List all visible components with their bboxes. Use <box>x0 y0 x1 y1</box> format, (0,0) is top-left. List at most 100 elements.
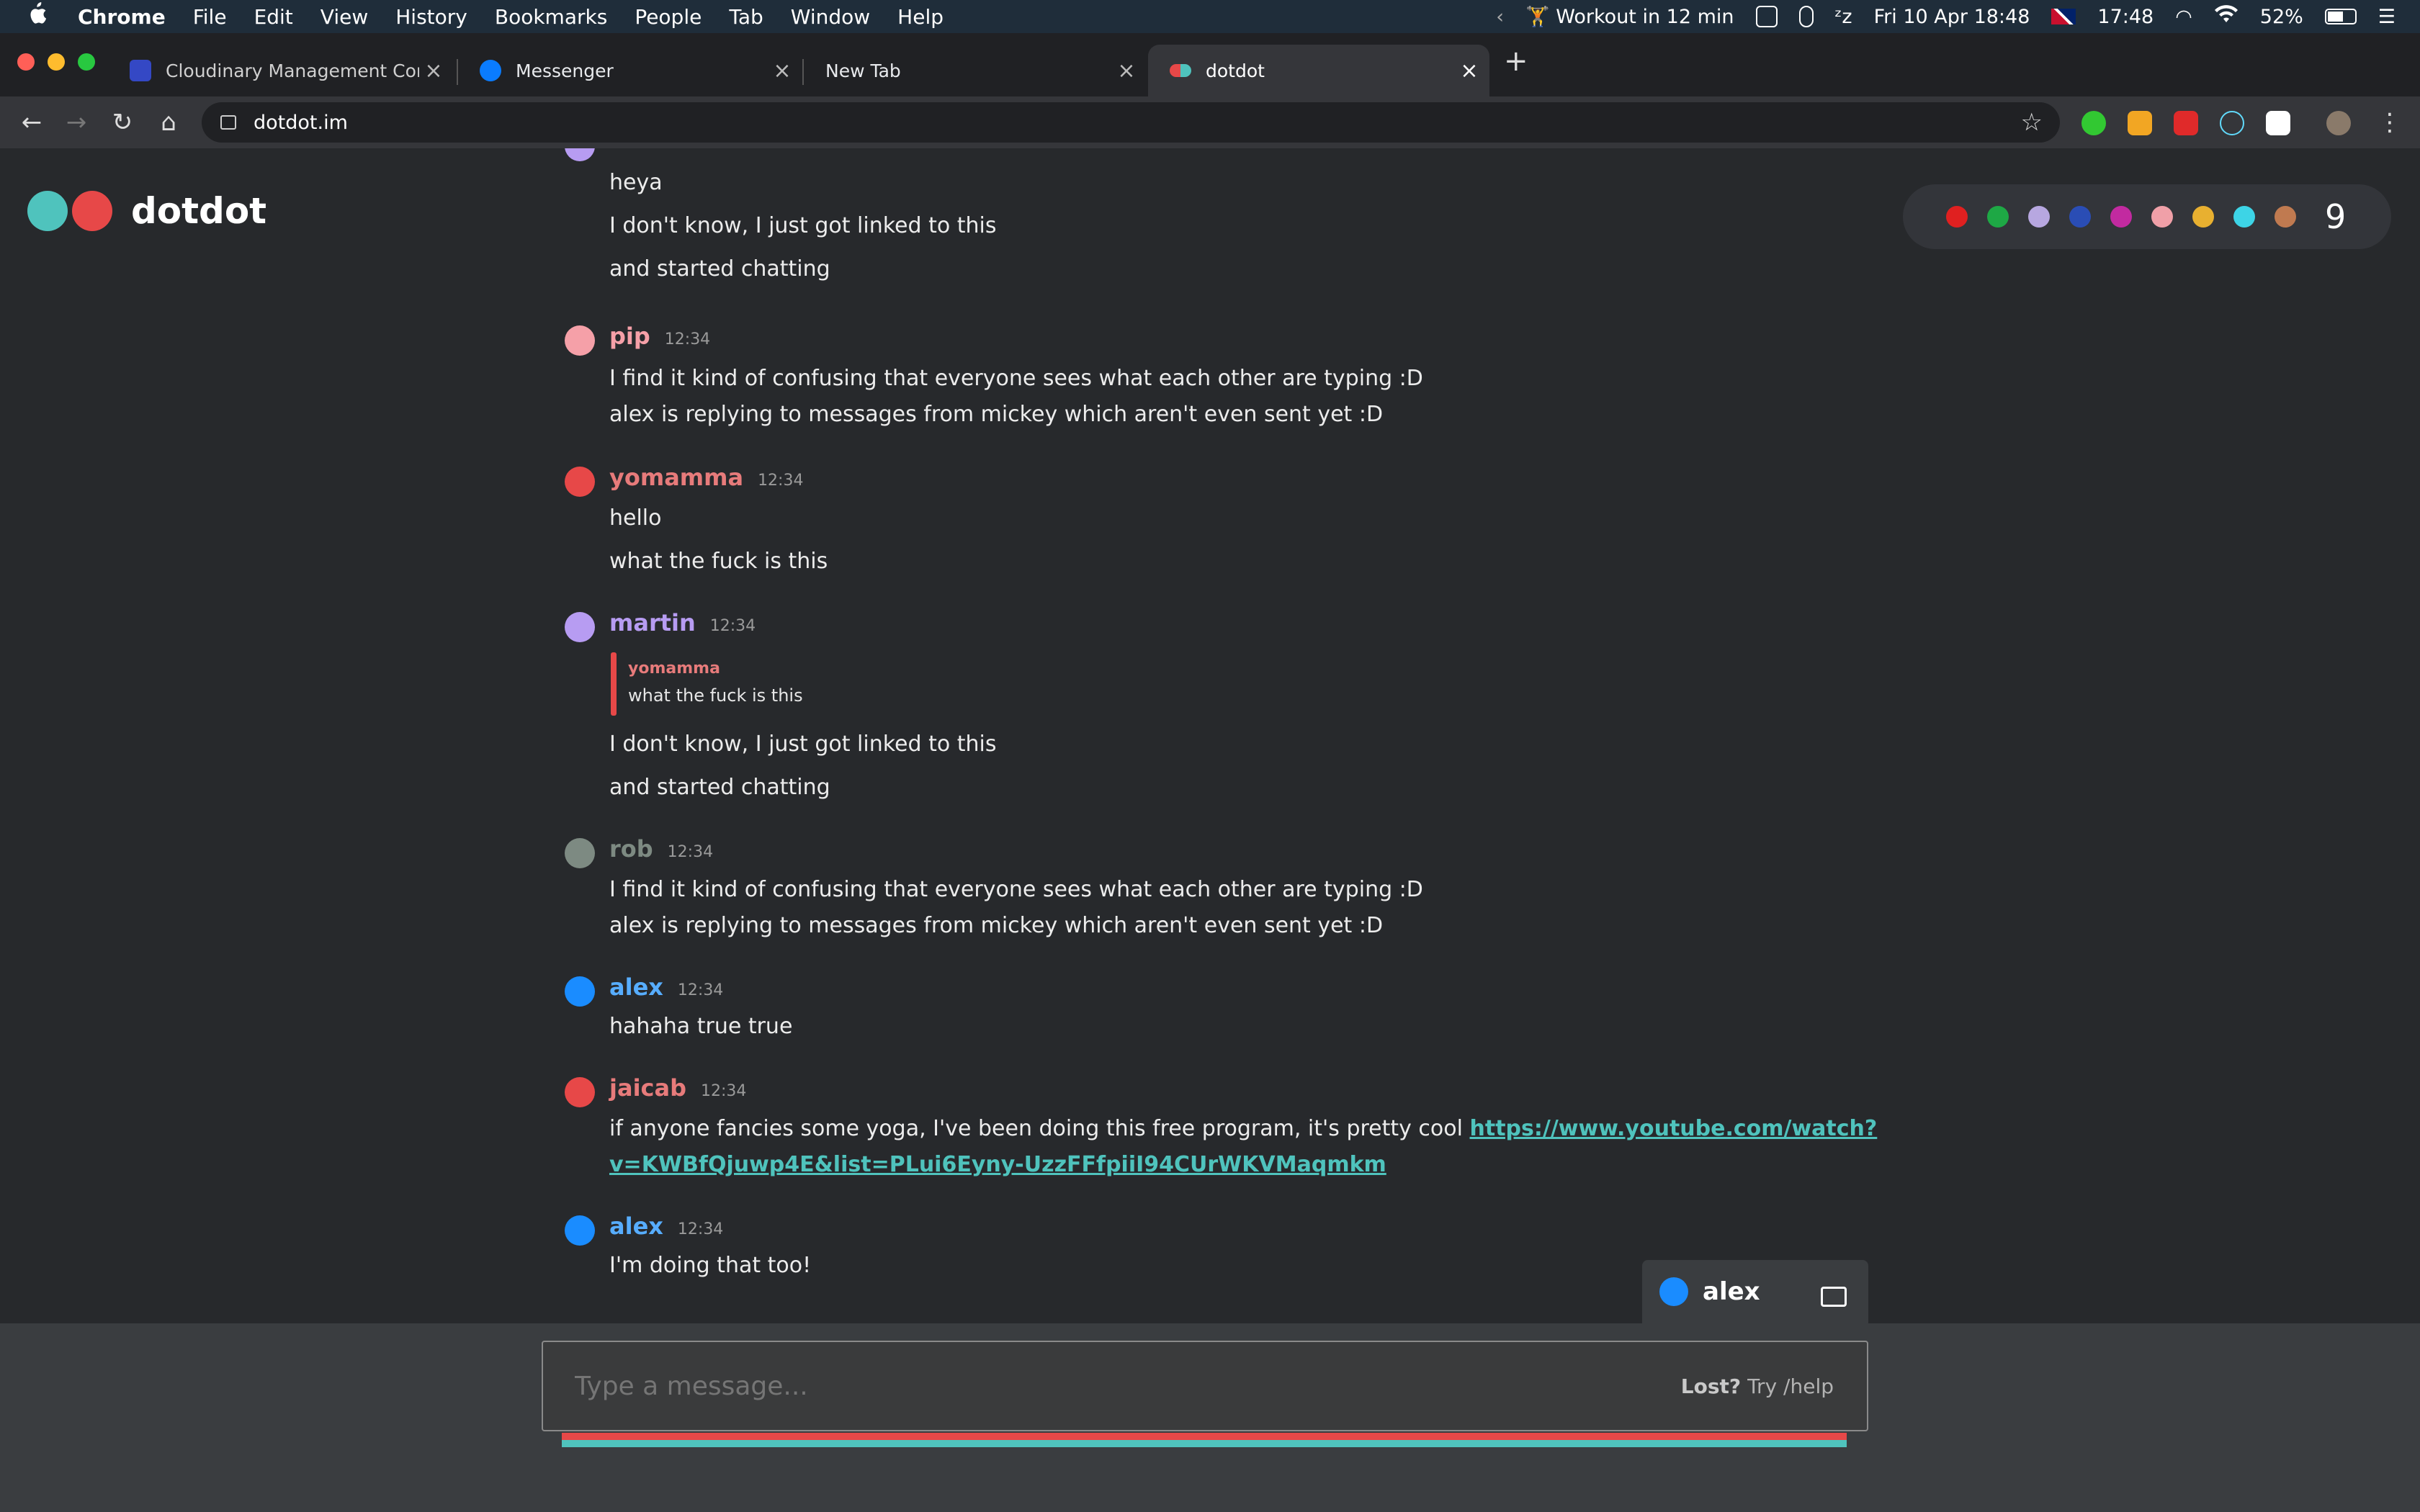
username[interactable]: pip <box>609 323 650 350</box>
extension-green-icon[interactable] <box>2081 111 2106 135</box>
avatar[interactable] <box>565 612 595 642</box>
username[interactable]: martin <box>609 609 696 636</box>
address-bar[interactable]: dotdot.im ☆ <box>202 102 2060 143</box>
tab-dotdot[interactable]: dotdot × <box>1148 45 1489 96</box>
chrome-toolbar: ← → ↻ ⌂ dotdot.im ☆ ⋮ <box>0 96 2420 148</box>
current-user-avatar <box>1659 1277 1688 1306</box>
menu-chrome[interactable]: Chrome <box>78 5 166 29</box>
dotdot-favicon-icon <box>1170 64 1191 77</box>
close-tab-icon[interactable]: × <box>1455 58 1484 84</box>
timestamp: 12:34 <box>758 472 804 490</box>
url-text[interactable]: dotdot.im <box>254 112 2021 134</box>
message-header: pip 12:34 <box>609 323 710 350</box>
presence-dot <box>2233 206 2255 228</box>
username[interactable]: alex <box>609 1212 663 1240</box>
bookmark-star-icon[interactable]: ☆ <box>2021 108 2043 137</box>
avatar[interactable] <box>565 1077 595 1107</box>
avatar[interactable] <box>565 467 595 497</box>
gauge-icon[interactable]: ◠ <box>2175 6 2192 28</box>
online-users-pill[interactable]: 9 <box>1903 184 2391 249</box>
minimize-window-button[interactable] <box>48 53 65 71</box>
timer-icon[interactable] <box>1798 6 1814 27</box>
composer-red-underline <box>562 1433 1847 1440</box>
date-time[interactable]: Fri 10 Apr 18:48 <box>1874 6 2030 28</box>
menu-bookmarks[interactable]: Bookmarks <box>495 5 607 29</box>
avatar[interactable] <box>565 325 595 356</box>
youtube-link-continued[interactable]: v=KWBfQjuwp4E&list=PLui6Eyny-UzzFFfpiiI9… <box>609 1152 1386 1177</box>
menu-help[interactable]: Help <box>897 5 944 29</box>
message-input[interactable] <box>573 1370 1681 1402</box>
tab-new-tab[interactable]: New Tab × <box>804 45 1147 96</box>
username[interactable]: yomamma <box>609 464 743 491</box>
presence-dot <box>2028 206 2050 228</box>
chrome-tab-strip: Cloudinary Management Console × Messenge… <box>0 33 2420 96</box>
reload-button[interactable]: ↻ <box>105 105 140 140</box>
reply-quote-bar <box>611 652 617 716</box>
presence-dot <box>2069 206 2091 228</box>
close-tab-icon[interactable]: × <box>419 58 448 84</box>
username[interactable]: rob <box>609 835 653 863</box>
dotdot-logo[interactable]: dotdot <box>27 190 266 232</box>
forward-button[interactable]: → <box>59 105 94 140</box>
message-text: I find it kind of confusing that everyon… <box>609 877 1423 902</box>
message-composer[interactable]: Lost? Try /help <box>542 1341 1868 1431</box>
tab-title: Messenger <box>516 60 614 81</box>
back-button[interactable]: ← <box>14 105 49 140</box>
wifi-icon[interactable] <box>2214 4 2238 29</box>
zzz-icon[interactable]: ᶻz <box>1835 6 1852 28</box>
chevron-left-icon[interactable]: ‹ <box>1496 6 1504 28</box>
menu-history[interactable]: History <box>395 5 467 29</box>
tab-messenger[interactable]: Messenger × <box>458 45 802 96</box>
close-window-button[interactable] <box>17 53 35 71</box>
camera-icon[interactable] <box>1755 6 1778 27</box>
quoted-text[interactable]: what the fuck is this <box>628 685 803 706</box>
chrome-menu-icon[interactable]: ⋮ <box>2372 105 2407 140</box>
avatar[interactable] <box>565 976 595 1007</box>
lock-icon[interactable] <box>220 115 236 130</box>
help-hint-lost: Lost? <box>1680 1374 1742 1398</box>
workout-status[interactable]: 🏋 Workout in 12 min <box>1525 5 1734 28</box>
second-clock[interactable]: 17:48 <box>2097 6 2154 28</box>
message-text: I find it kind of confusing that everyon… <box>609 366 1423 391</box>
message-text: I don't know, I just got linked to this <box>609 213 997 238</box>
tab-cloudinary[interactable]: Cloudinary Management Console × <box>108 45 454 96</box>
message-text: alex is replying to messages from mickey… <box>609 913 1384 938</box>
avatar[interactable] <box>565 1215 595 1246</box>
notion-icon[interactable] <box>2266 111 2290 135</box>
profile-avatar[interactable] <box>2326 111 2351 135</box>
apple-icon[interactable] <box>26 1 55 32</box>
dotdot-page: dotdot 9 heya I don't know, I just got l… <box>0 148 2420 1323</box>
extension-red-icon[interactable] <box>2174 111 2198 135</box>
presence-dot <box>2110 206 2132 228</box>
close-tab-icon[interactable]: × <box>768 58 797 84</box>
list-menu-icon[interactable]: ☰ <box>2378 6 2396 28</box>
new-tab-button[interactable]: + <box>1504 45 1528 78</box>
battery-percent[interactable]: 52% <box>2260 6 2303 28</box>
close-tab-icon[interactable]: × <box>1112 58 1141 84</box>
menu-file[interactable]: File <box>193 5 227 29</box>
youtube-link[interactable]: https://www.youtube.com/watch? <box>1470 1116 1878 1141</box>
unlock-icon[interactable] <box>1821 1287 1847 1307</box>
zoom-window-button[interactable] <box>78 53 95 71</box>
menu-people[interactable]: People <box>635 5 702 29</box>
message-text: and started chatting <box>609 775 830 800</box>
timestamp: 12:34 <box>709 617 756 635</box>
cloudinary-favicon-icon <box>130 60 151 81</box>
uk-flag-icon[interactable] <box>2051 9 2076 24</box>
tab-title: New Tab <box>825 60 901 81</box>
timestamp: 12:34 <box>667 843 714 861</box>
logo-text: dotdot <box>131 190 267 232</box>
react-devtools-icon[interactable] <box>2220 111 2244 135</box>
menu-edit[interactable]: Edit <box>254 5 293 29</box>
home-button[interactable]: ⌂ <box>151 105 186 140</box>
extension-orange-icon[interactable] <box>2128 111 2152 135</box>
battery-icon[interactable] <box>2324 9 2357 24</box>
menu-window[interactable]: Window <box>791 5 870 29</box>
menu-tab[interactable]: Tab <box>729 5 763 29</box>
menu-view[interactable]: View <box>321 5 368 29</box>
username[interactable]: alex <box>609 973 663 1001</box>
username[interactable]: jaicab <box>609 1074 686 1102</box>
help-hint-try: Try /help <box>1747 1374 1834 1398</box>
avatar[interactable] <box>565 838 595 868</box>
current-user-chip[interactable]: alex <box>1642 1260 1868 1323</box>
